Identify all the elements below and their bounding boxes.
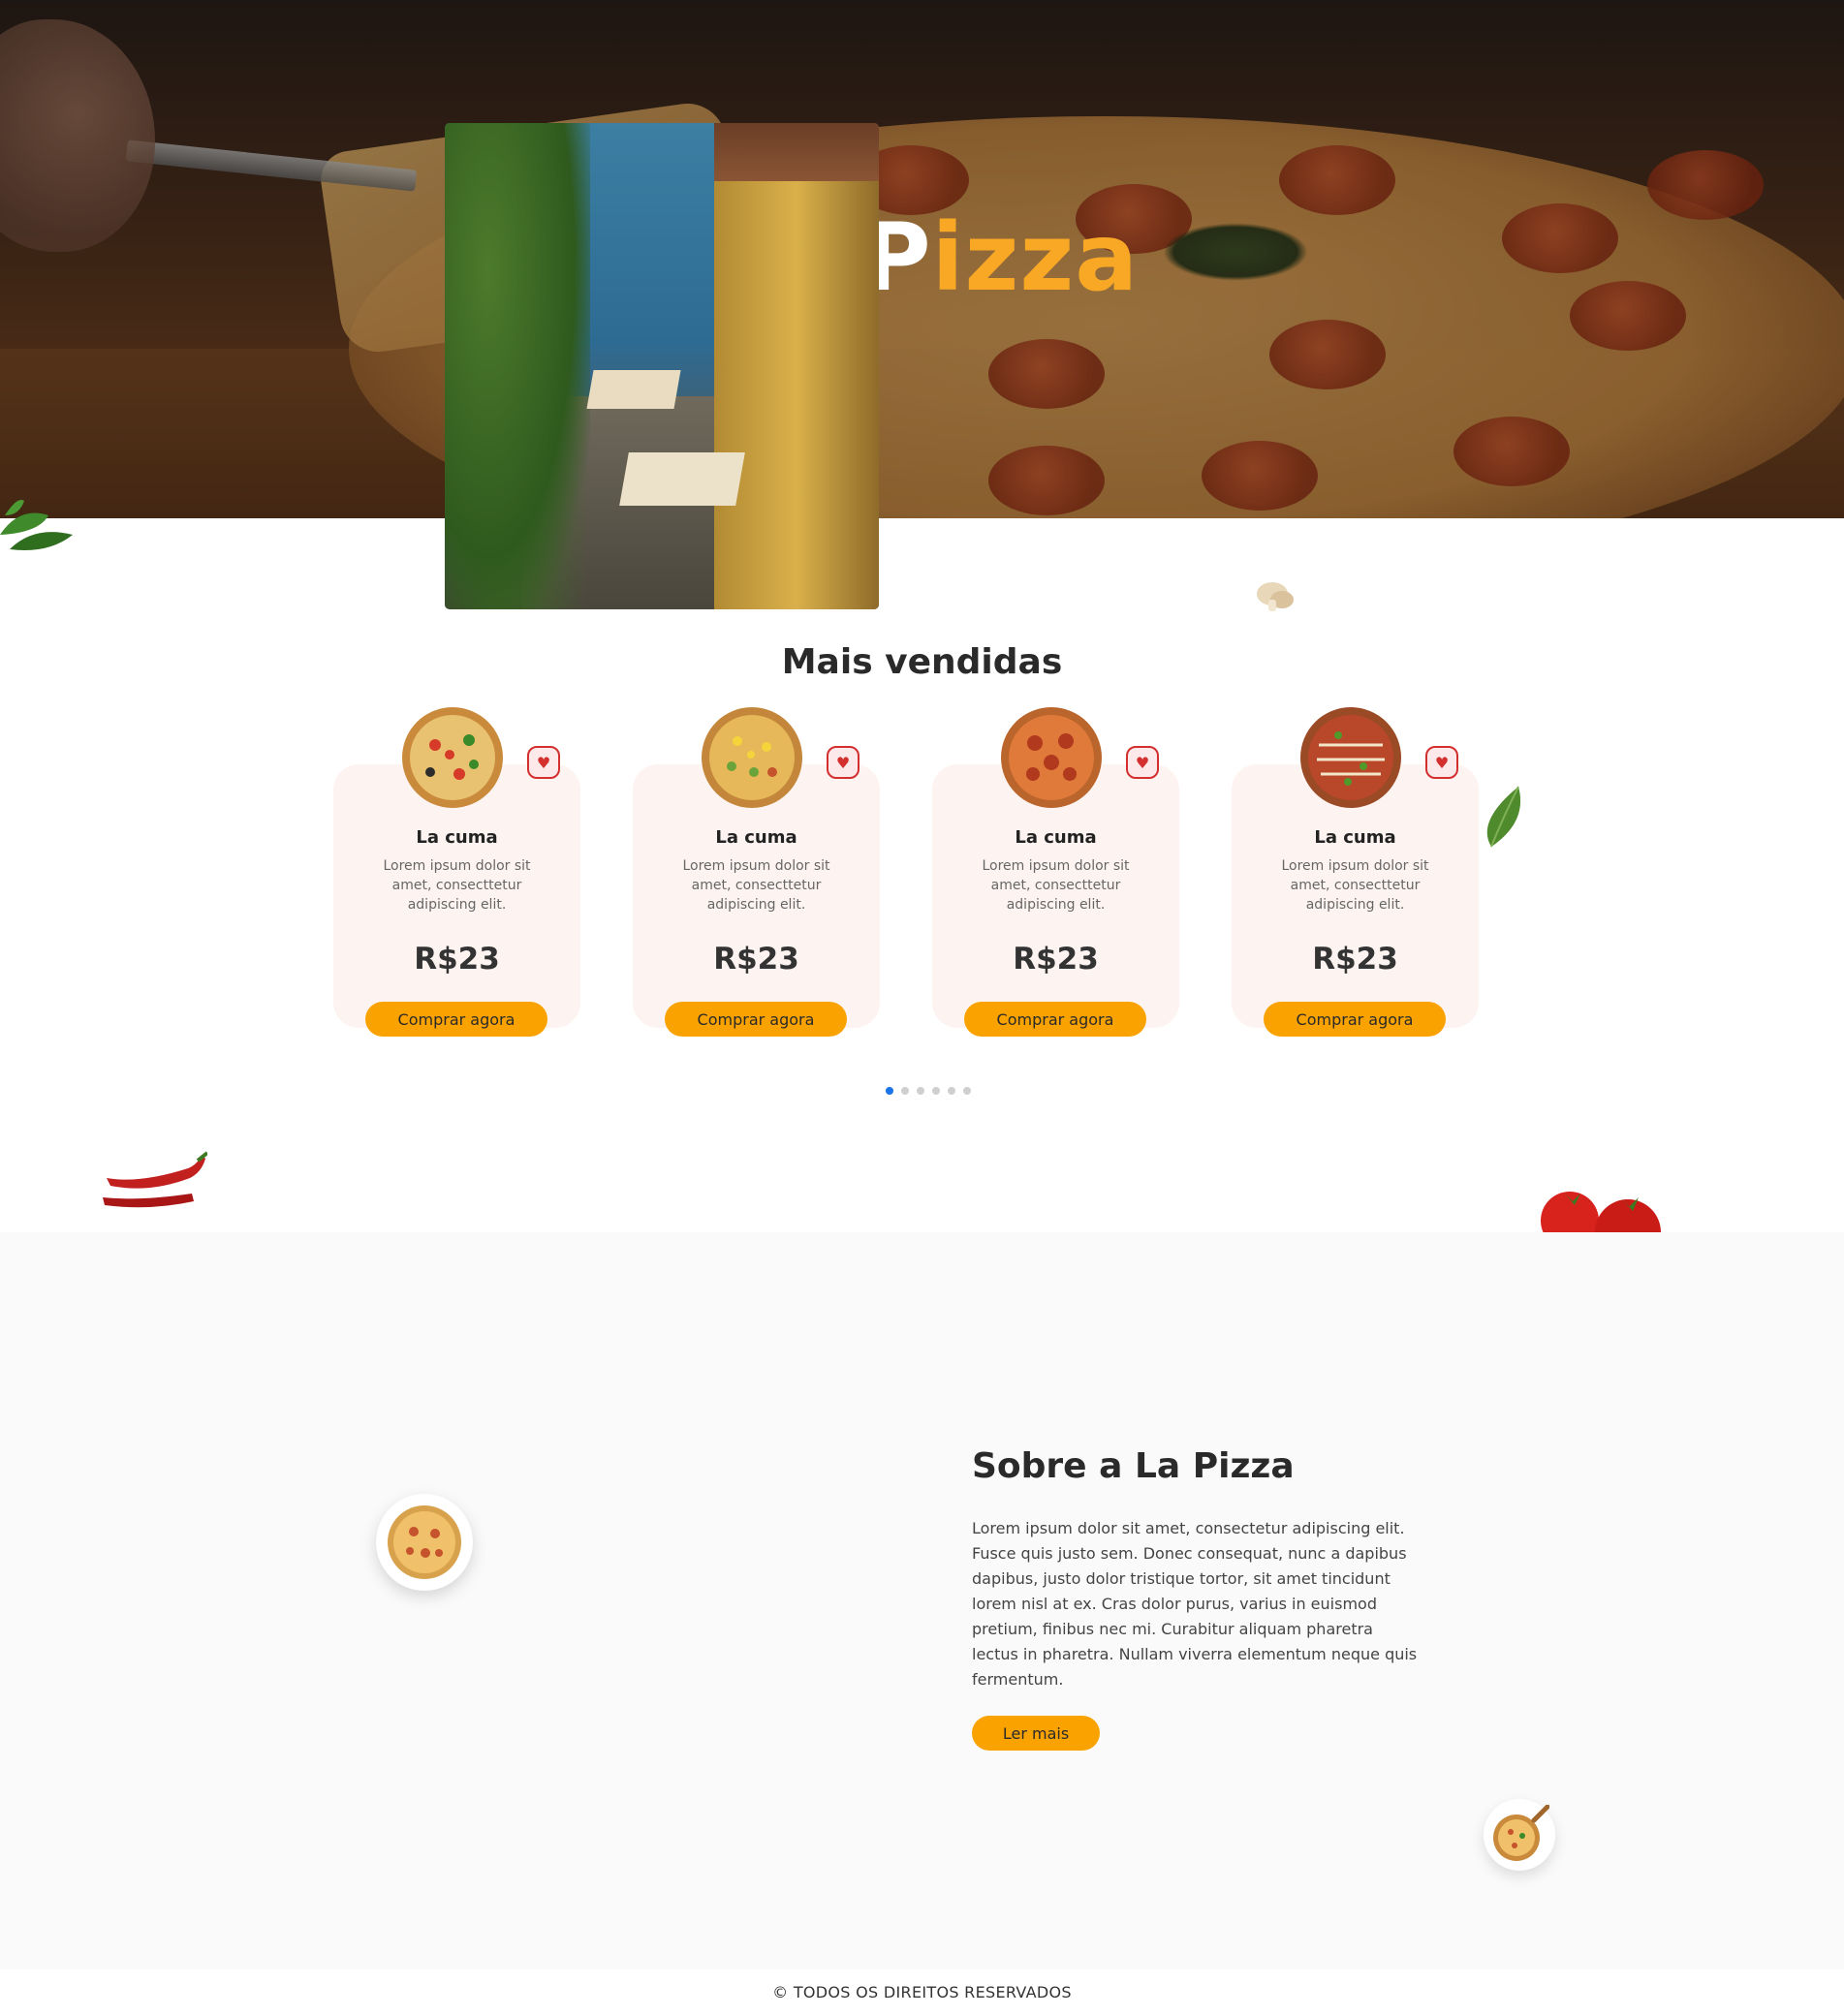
pizza-board-badge xyxy=(1484,1799,1555,1871)
pagination-dot[interactable] xyxy=(917,1087,924,1095)
product-description: Lorem ipsum dolor sit amet, consecttetur… xyxy=(383,858,531,913)
basil-leaf-icon xyxy=(1486,786,1521,848)
hero-banner: La Pizza xyxy=(0,0,1844,518)
roof xyxy=(714,123,879,181)
pizza-icon xyxy=(388,1505,461,1579)
stone-wall xyxy=(714,123,879,609)
product-name: La cuma xyxy=(1314,827,1396,848)
product-name: La cuma xyxy=(1015,827,1097,848)
basil-leaf-icon xyxy=(0,500,73,550)
product-description: Lorem ipsum dolor sit amet, consecttetur… xyxy=(682,858,830,913)
product-card: ♥ La cuma Lorem ipsum dolor sit amet, co… xyxy=(932,707,1179,1037)
favorite-button[interactable]: ♥ xyxy=(1425,746,1458,779)
heart-icon: ♥ xyxy=(1434,753,1450,772)
product-description: Lorem ipsum dolor sit amet, consecttetur… xyxy=(982,858,1130,913)
table xyxy=(619,452,745,506)
pizza-board-icon xyxy=(1493,1805,1549,1861)
buy-now-button[interactable]: Comprar agora xyxy=(365,1002,547,1037)
copyright-text: © TODOS OS DIREITOS RESERVADOS xyxy=(772,1983,1072,2001)
product-name: La cuma xyxy=(416,827,498,848)
about-title: Sobre a La Pizza xyxy=(972,1446,1295,1486)
pagination-dot[interactable] xyxy=(932,1087,940,1095)
product-card: ♥ La cuma Lorem ipsum dolor sit amet, co… xyxy=(633,707,880,1037)
chili-pepper-icon xyxy=(103,1151,207,1208)
best-sellers-title: Mais vendidas xyxy=(781,642,1063,682)
about-section xyxy=(0,1232,1844,1969)
product-card: ♥ La cuma Lorem ipsum dolor sit amet, co… xyxy=(333,707,580,1037)
heart-icon: ♥ xyxy=(536,753,551,772)
pizza-pepperoni-icon xyxy=(1001,707,1102,808)
favorite-button[interactable]: ♥ xyxy=(527,746,560,779)
buy-now-button[interactable]: Comprar agora xyxy=(665,1002,847,1037)
product-price: R$23 xyxy=(713,942,799,977)
product-description: Lorem ipsum dolor sit amet, consecttetur… xyxy=(1281,858,1429,913)
favorite-button[interactable]: ♥ xyxy=(827,746,859,779)
pagination-dot[interactable] xyxy=(948,1087,955,1095)
pizza-vegetable-icon xyxy=(402,707,503,808)
about-text: Lorem ipsum dolor sit amet, consectetur … xyxy=(972,1519,1418,1689)
table xyxy=(586,370,681,409)
vines xyxy=(445,123,590,609)
hero-title-accent: izza xyxy=(931,203,1140,312)
favorite-button[interactable]: ♥ xyxy=(1126,746,1159,779)
footer: © TODOS OS DIREITOS RESERVADOS xyxy=(0,1969,1844,2016)
product-name: La cuma xyxy=(715,827,797,848)
product-price: R$23 xyxy=(1013,942,1099,977)
product-card: ♥ La cuma Lorem ipsum dolor sit amet, co… xyxy=(1232,707,1479,1037)
pagination-dot[interactable] xyxy=(886,1087,893,1095)
heart-icon: ♥ xyxy=(1135,753,1150,772)
pizza-badge xyxy=(376,1494,473,1591)
product-price: R$23 xyxy=(414,942,500,977)
pizza-corn-icon xyxy=(702,707,802,808)
restaurant-terrace-image xyxy=(445,123,879,609)
buy-now-button[interactable]: Comprar agora xyxy=(964,1002,1146,1037)
product-price: R$23 xyxy=(1312,942,1398,977)
carousel-pagination xyxy=(886,1087,971,1095)
heart-icon: ♥ xyxy=(835,753,851,772)
buy-now-button[interactable]: Comprar agora xyxy=(1264,1002,1446,1037)
mushroom-icon xyxy=(1257,582,1294,611)
pagination-dot[interactable] xyxy=(901,1087,909,1095)
pizza-bbq-icon xyxy=(1300,707,1401,808)
hero-title: La Pizza xyxy=(0,203,1844,312)
read-more-button[interactable]: Ler mais xyxy=(972,1716,1100,1751)
pagination-dot[interactable] xyxy=(963,1087,971,1095)
